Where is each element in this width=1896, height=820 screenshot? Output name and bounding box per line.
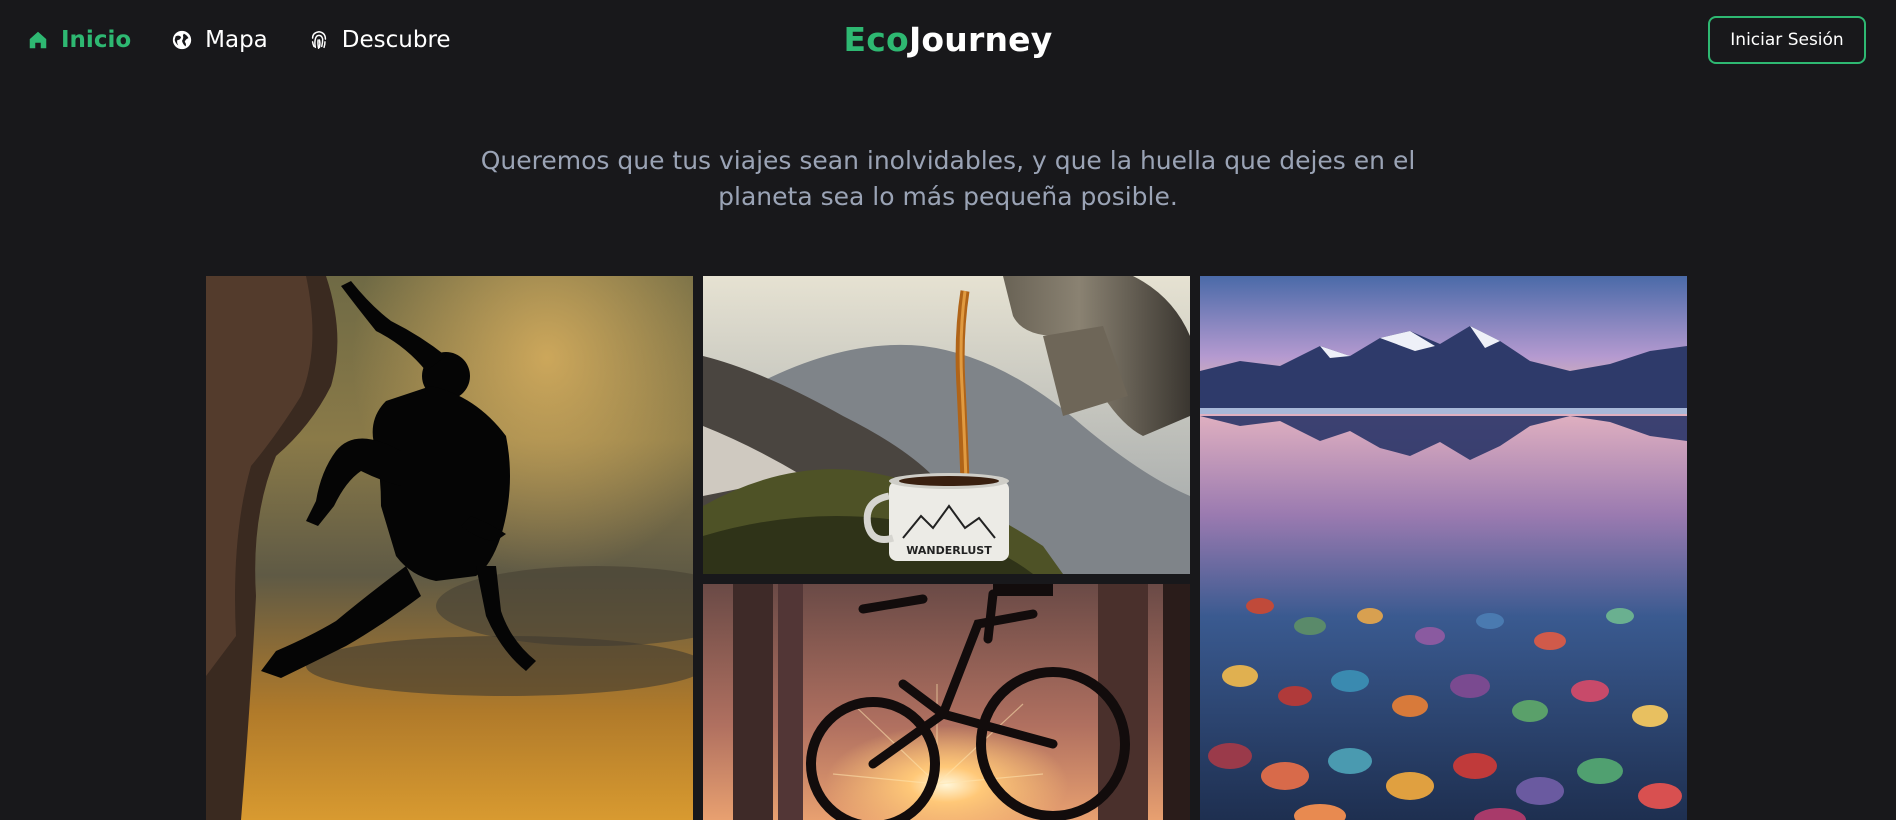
- logo-journey: Journey: [908, 20, 1053, 59]
- coffee-photo[interactable]: WANDERLUST: [703, 276, 1190, 574]
- bike-photo[interactable]: [703, 584, 1190, 820]
- logo-eco: Eco: [843, 20, 909, 59]
- climber-photo[interactable]: [206, 276, 693, 820]
- login-button[interactable]: Iniciar Sesión: [1708, 16, 1866, 64]
- logo[interactable]: EcoJourney: [0, 18, 1896, 62]
- tagline: Queremos que tus viajes sean inolvidable…: [448, 143, 1448, 215]
- mug-text: WANDERLUST: [906, 544, 992, 557]
- lake-photo[interactable]: [1200, 276, 1687, 820]
- navbar: Inicio Mapa Descubre EcoJourney Iniciar …: [0, 0, 1896, 80]
- tagline-line-2: planeta sea lo más pequeña posible.: [718, 182, 1178, 211]
- tagline-line-1: Queremos que tus viajes sean inolvidable…: [480, 146, 1416, 175]
